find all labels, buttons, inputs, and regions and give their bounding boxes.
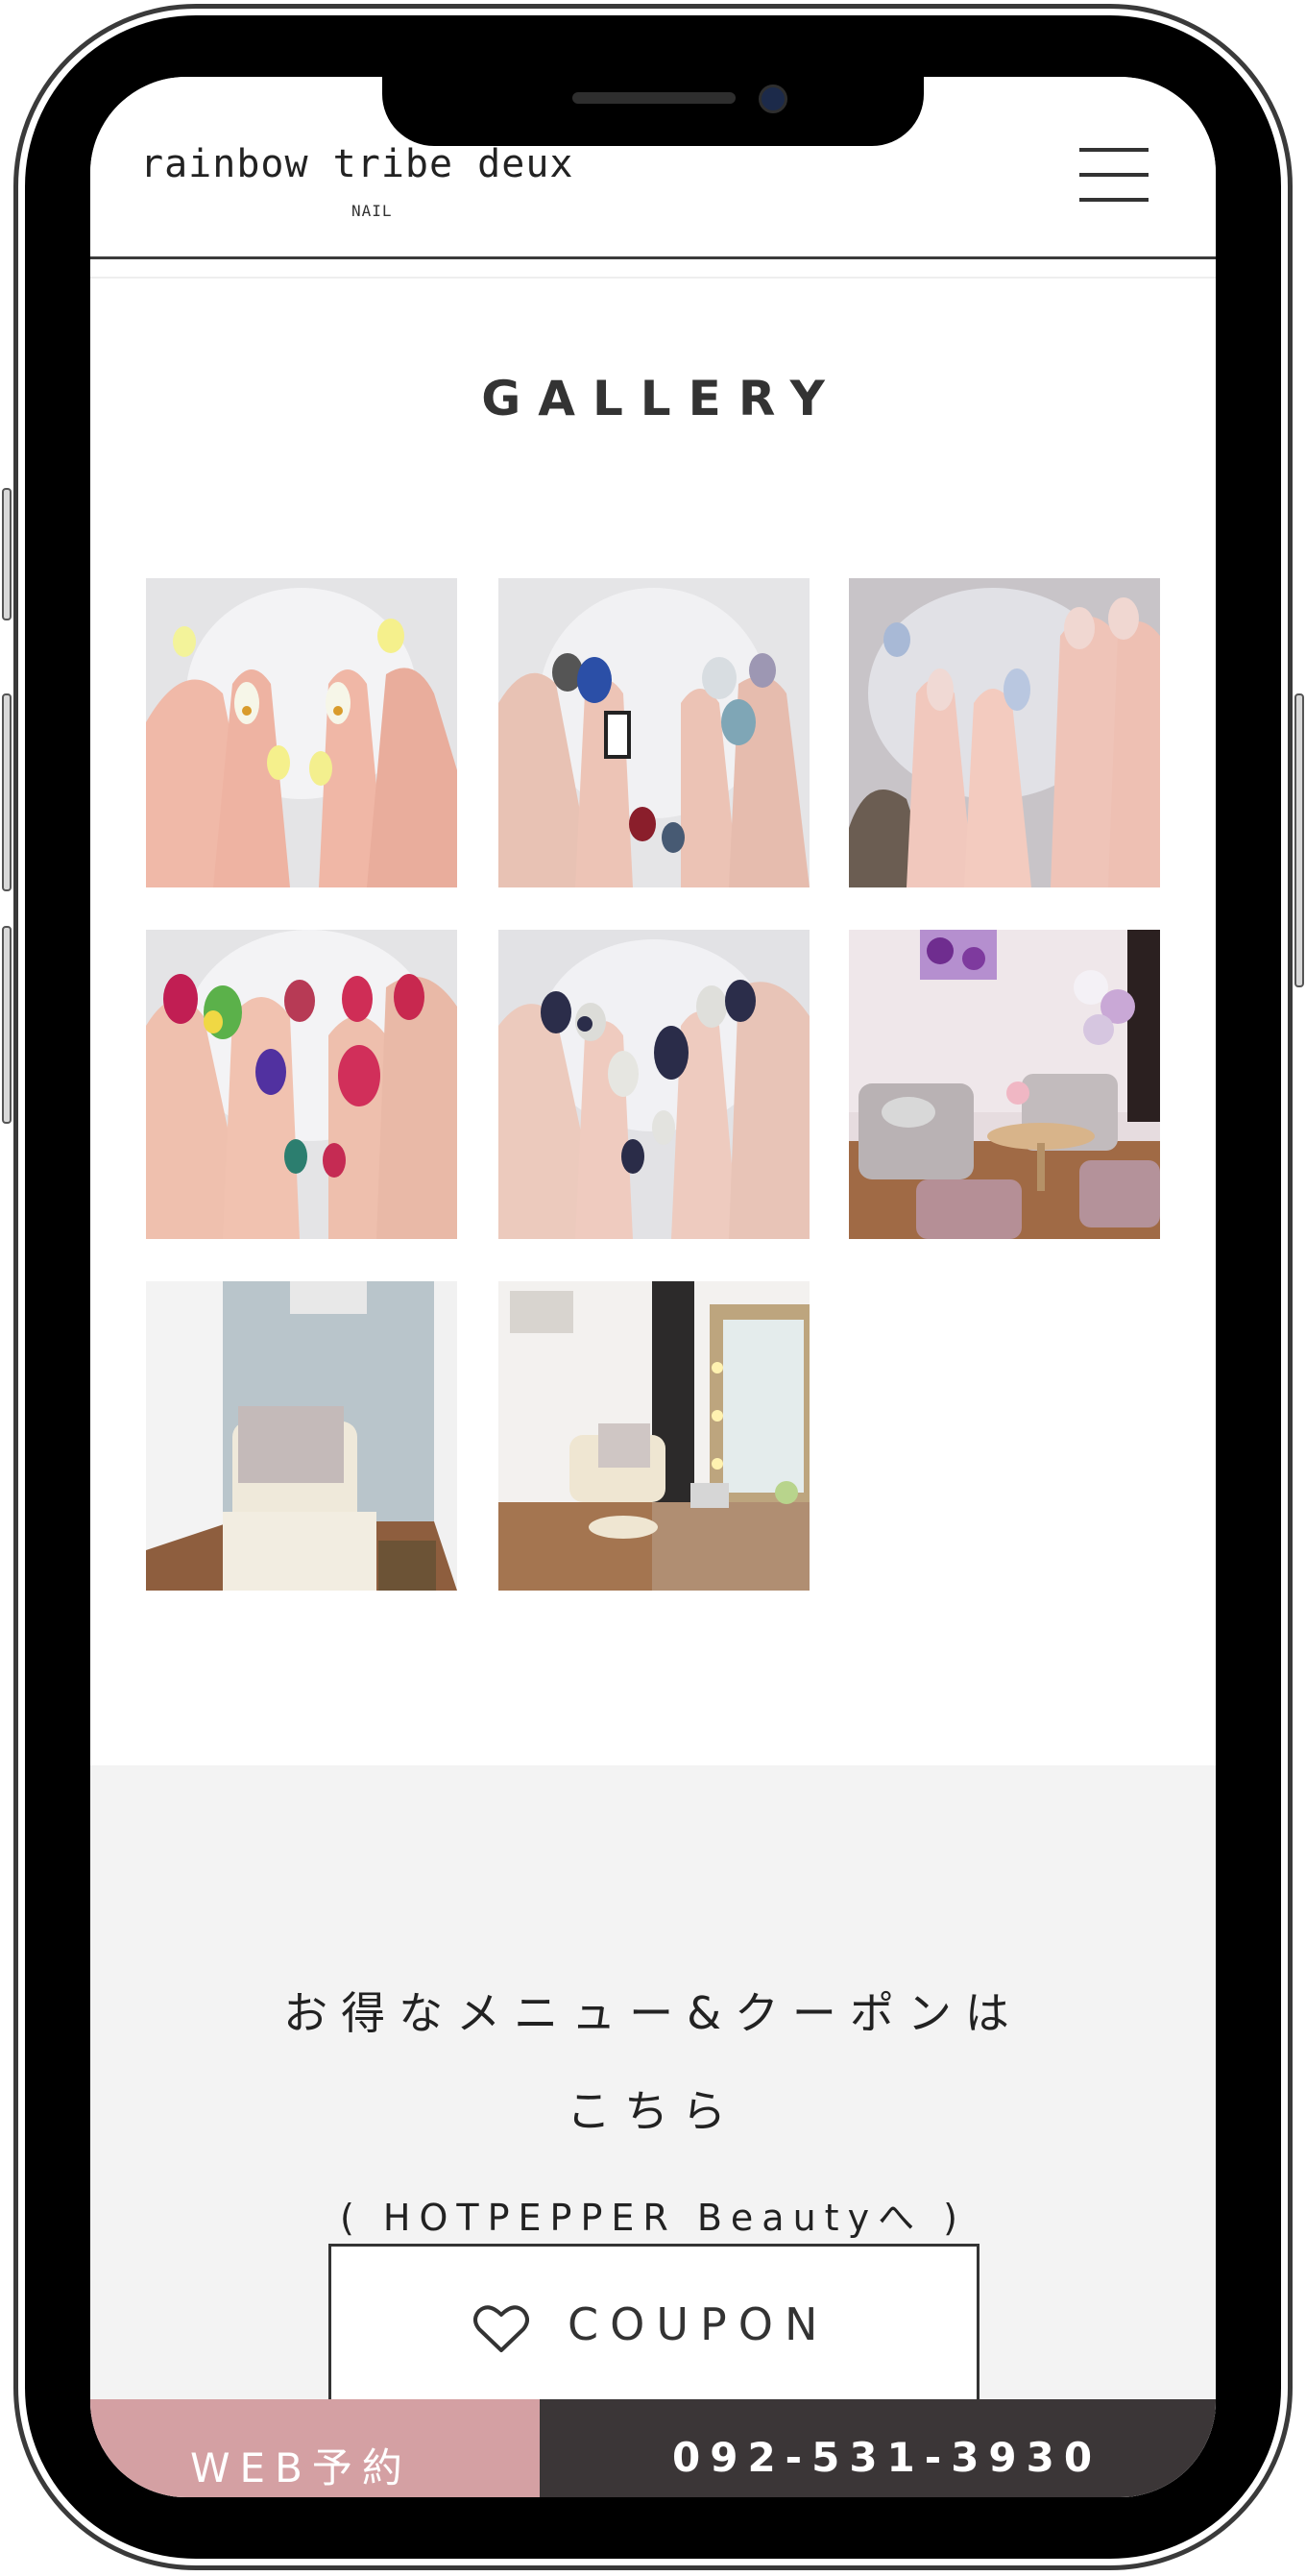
coupon-section: お得なメニュー&クーポンは こちら ( HOTPEPPER Beautyへ ) … xyxy=(90,1765,1216,2497)
hamburger-menu-icon[interactable] xyxy=(1079,144,1158,204)
phone-call-button[interactable]: 092-531-3930 xyxy=(540,2399,1216,2497)
gallery-photo-colorful-nails[interactable] xyxy=(146,930,457,1239)
coupon-subtext: ( HOTPEPPER Beautyへ ) xyxy=(340,2197,966,2239)
phone-side-button xyxy=(2,488,12,620)
site-logo[interactable]: rainbow tribe deux xyxy=(140,142,573,186)
gallery-heading: GALLERY xyxy=(481,371,842,426)
front-camera-icon xyxy=(759,85,787,113)
gallery-photo-salon-room[interactable] xyxy=(498,1281,810,1591)
gallery-photo-pink-nails[interactable] xyxy=(849,578,1160,887)
phone-number-label: 092-531-3930 xyxy=(672,2434,1102,2481)
coupon-heading-line1: お得なメニュー&クーポンは xyxy=(283,1987,1023,2039)
bottom-action-bar: WEB予約 092-531-3930 xyxy=(90,2399,1216,2497)
coupon-heading-line2: こちら xyxy=(567,2085,739,2137)
phone-screen: rainbow tribe deux NAIL GALLERY お得なメニュー&… xyxy=(90,77,1216,2497)
gallery-photo-blue-nails[interactable] xyxy=(498,578,810,887)
phone-volume-down-button xyxy=(2,926,12,1124)
gallery-photo-treatment-chair[interactable] xyxy=(146,1281,457,1591)
gallery-photo-salon-lounge[interactable] xyxy=(849,930,1160,1239)
speaker-grille xyxy=(572,92,736,104)
gallery-photo-navy-nails[interactable] xyxy=(498,930,810,1239)
phone-power-button xyxy=(1294,693,1304,987)
phone-notch xyxy=(382,77,924,146)
web-reservation-button[interactable]: WEB予約 xyxy=(90,2399,540,2497)
coupon-button-label: COUPON xyxy=(568,2298,830,2350)
heart-icon xyxy=(473,2305,529,2352)
phone-volume-up-button xyxy=(2,693,12,891)
header-divider xyxy=(90,277,1216,279)
web-reservation-label: WEB予約 xyxy=(190,2444,412,2491)
coupon-button[interactable]: COUPON xyxy=(328,2244,980,2407)
site-logo-subtitle: NAIL xyxy=(351,202,393,220)
gallery-photo-yellow-nails[interactable] xyxy=(146,578,457,887)
